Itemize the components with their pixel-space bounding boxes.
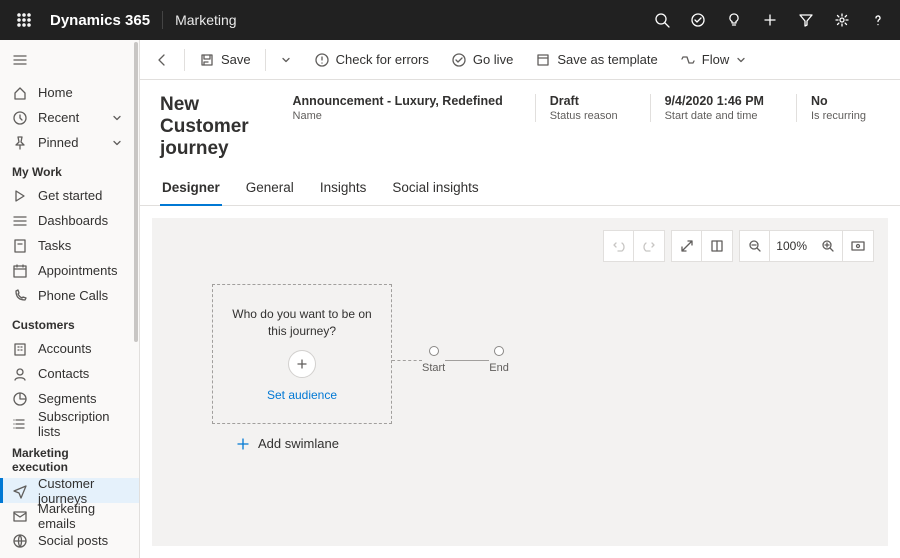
meta-name: Announcement - Luxury, RedefinedName: [279, 94, 517, 122]
set-audience-link[interactable]: Set audience: [267, 388, 337, 402]
sidebar-item-label: Appointments: [38, 263, 118, 278]
meta-recurring: NoIs recurring: [796, 94, 880, 122]
sidebar-item-segments[interactable]: Segments: [0, 386, 139, 411]
main-content: Save Check for errors Go live Save as te…: [140, 40, 900, 558]
sidebar-item-phone-calls[interactable]: Phone Calls: [0, 283, 139, 308]
tab-social-insights[interactable]: Social insights: [390, 172, 480, 205]
cmd-label: Save: [221, 52, 251, 67]
add-swimlane-label: Add swimlane: [258, 436, 339, 451]
hamburger-icon[interactable]: [0, 40, 40, 80]
zoom-out-button[interactable]: [740, 231, 770, 261]
zoom-in-button[interactable]: [813, 231, 843, 261]
add-swimlane-button[interactable]: Add swimlane: [236, 436, 339, 451]
sidebar-section-customers: Customers: [0, 308, 139, 336]
zoom-level: 100%: [770, 231, 813, 261]
sidebar-item-customer-journeys[interactable]: Customer journeys: [0, 478, 139, 503]
help-icon[interactable]: [860, 0, 896, 40]
cmd-label: Flow: [702, 52, 729, 67]
sidebar-section-marketing: Marketing execution: [0, 436, 139, 478]
connector: [445, 360, 489, 361]
expand-button[interactable]: [672, 231, 702, 261]
redo-button[interactable]: [634, 231, 664, 261]
dropzone-question: Who do you want to be on this journey?: [213, 306, 391, 340]
tabs: Designer General Insights Social insight…: [140, 172, 900, 206]
search-icon[interactable]: [644, 0, 680, 40]
sidebar-item-label: Contacts: [38, 366, 89, 381]
sidebar-item-subscription-lists[interactable]: Subscription lists: [0, 411, 139, 436]
sidebar-item-label: Social posts: [38, 533, 108, 548]
sidebar-item-dashboards[interactable]: Dashboards: [0, 208, 139, 233]
sidebar: Home Recent Pinned My Work Get started D…: [0, 40, 140, 558]
map-button[interactable]: [702, 231, 732, 261]
sidebar-item-label: Segments: [38, 391, 97, 406]
brand-separator: [162, 11, 163, 29]
undo-button[interactable]: [604, 231, 634, 261]
sidebar-item-get-started[interactable]: Get started: [0, 183, 139, 208]
sidebar-item-pinned[interactable]: Pinned: [0, 130, 139, 155]
sidebar-item-label: Marketing emails: [38, 501, 127, 531]
back-button[interactable]: [146, 45, 178, 75]
canvas-toolbar: 100%: [603, 230, 874, 262]
sidebar-item-home[interactable]: Home: [0, 80, 139, 105]
sidebar-item-label: Recent: [38, 110, 79, 125]
cmd-label: Go live: [473, 52, 513, 67]
sidebar-item-label: Tasks: [38, 238, 71, 253]
tab-designer[interactable]: Designer: [160, 172, 222, 205]
separator: [184, 49, 185, 71]
sidebar-item-label: Pinned: [38, 135, 78, 150]
cmd-label: Check for errors: [336, 52, 429, 67]
end-node[interactable]: End: [489, 346, 509, 374]
meta-start: 9/4/2020 1:46 PMStart date and time: [650, 94, 778, 122]
sidebar-item-tasks[interactable]: Tasks: [0, 233, 139, 258]
app-name: Marketing: [175, 12, 236, 28]
task-icon[interactable]: [680, 0, 716, 40]
connector: [392, 360, 422, 361]
tab-general[interactable]: General: [244, 172, 296, 205]
sidebar-item-label: Subscription lists: [38, 409, 127, 439]
sidebar-item-recent[interactable]: Recent: [0, 105, 139, 130]
fit-button[interactable]: [843, 231, 873, 261]
flow-button[interactable]: Flow: [672, 45, 755, 75]
journey-flow: Start End: [392, 346, 509, 374]
save-button[interactable]: Save: [191, 45, 259, 75]
start-node[interactable]: Start: [422, 346, 445, 374]
sidebar-item-label: Dashboards: [38, 213, 108, 228]
chevron-down-icon: [111, 137, 127, 149]
sidebar-item-label: Home: [38, 85, 73, 100]
page-title: New Customer journey: [160, 94, 261, 160]
add-icon[interactable]: [752, 0, 788, 40]
tab-insights[interactable]: Insights: [318, 172, 369, 205]
sidebar-item-social-posts[interactable]: Social posts: [0, 528, 139, 553]
go-live-button[interactable]: Go live: [443, 45, 521, 75]
designer-canvas[interactable]: 100% Who do you want to be on this journ…: [152, 218, 888, 546]
meta-status: DraftStatus reason: [535, 94, 632, 122]
chevron-down-icon: [735, 54, 747, 66]
gear-icon[interactable]: [824, 0, 860, 40]
save-dropdown-button[interactable]: [272, 45, 300, 75]
sidebar-item-label: Accounts: [38, 341, 91, 356]
sidebar-item-contacts[interactable]: Contacts: [0, 361, 139, 386]
save-as-template-button[interactable]: Save as template: [527, 45, 665, 75]
sidebar-item-label: Phone Calls: [38, 288, 108, 303]
app-launcher-icon[interactable]: [4, 0, 44, 40]
sidebar-item-appointments[interactable]: Appointments: [0, 258, 139, 283]
separator: [265, 49, 266, 71]
cmd-label: Save as template: [557, 52, 657, 67]
global-topbar: Dynamics 365 Marketing: [0, 0, 900, 40]
command-bar: Save Check for errors Go live Save as te…: [140, 40, 900, 80]
add-audience-button[interactable]: [288, 350, 316, 378]
brand-name: Dynamics 365: [50, 12, 150, 29]
check-errors-button[interactable]: Check for errors: [306, 45, 437, 75]
filter-icon[interactable]: [788, 0, 824, 40]
sidebar-section-mywork: My Work: [0, 155, 139, 183]
sidebar-item-accounts[interactable]: Accounts: [0, 336, 139, 361]
sidebar-item-label: Get started: [38, 188, 102, 203]
record-header: New Customer journey Announcement - Luxu…: [140, 80, 900, 172]
audience-dropzone[interactable]: Who do you want to be on this journey? S…: [212, 284, 392, 424]
lightbulb-icon[interactable]: [716, 0, 752, 40]
sidebar-item-marketing-emails[interactable]: Marketing emails: [0, 503, 139, 528]
chevron-down-icon: [111, 112, 127, 124]
